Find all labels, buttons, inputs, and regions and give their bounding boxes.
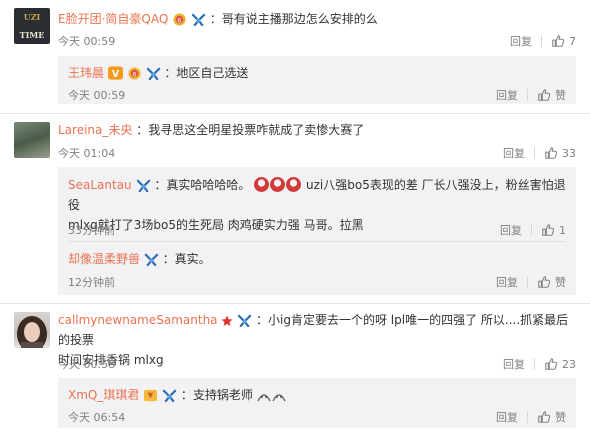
reply-actions: 回复 1: [500, 222, 566, 238]
avatar[interactable]: [14, 312, 50, 348]
comment-text: ：我寻思这全明星投票咋就成了卖惨大赛了: [136, 123, 365, 137]
divider: [534, 147, 535, 159]
vip-icon: [108, 66, 123, 80]
emoji-face-icon: [286, 177, 302, 192]
comment-time: 今天 00:58: [58, 358, 116, 371]
reply-box: SeaLantau ：真实哈哈哈哈。 uzi八强bo5表现的差 厂长八强没上，粉…: [58, 167, 576, 295]
reply-text: ：支持锅老师: [180, 388, 253, 402]
thumbs-up-icon: [551, 34, 565, 48]
reply-time: 今天 00:59: [68, 89, 126, 102]
comment: callmynewnameSamantha ：小ig肯定要去一个的呀 lpl唯一…: [58, 310, 578, 370]
crossed-swords-badge-icon: [144, 253, 159, 266]
reply-time: 12分钟前: [68, 276, 115, 289]
comment-username[interactable]: Lareina_未央: [58, 123, 132, 137]
crossed-swords-badge-icon: [237, 314, 252, 327]
comment-divider: [0, 303, 590, 304]
reply-divider: [68, 241, 566, 242]
reply-time: 33分钟前: [68, 224, 115, 237]
reply-button[interactable]: 回复: [510, 33, 532, 49]
reply-box: XmQ_琪琪君 ：支持锅老师 今天 06:54 回复 赞: [58, 378, 576, 428]
like-button[interactable]: 33: [544, 146, 576, 160]
like-count: 7: [569, 34, 576, 48]
reply: 王玮晨 ：地区自己选送: [68, 64, 576, 81]
thumbs-up-icon: [544, 357, 558, 371]
like-count: 23: [562, 357, 576, 371]
divider: [531, 224, 532, 236]
comment-time: 今天 00:59: [58, 35, 116, 48]
avatar-logo-text-time: TIME: [19, 30, 45, 40]
comment-actions: 回复 23: [503, 356, 576, 372]
gold-badge-icon: [143, 389, 158, 402]
reply-actions: 回复 赞: [496, 274, 566, 290]
comment-time: 今天 01:04: [58, 147, 116, 160]
crossed-swords-badge-icon: [191, 13, 206, 26]
like-label: 赞: [555, 89, 566, 102]
reply-username[interactable]: 王玮晨: [68, 66, 104, 80]
comment: Lareina_未央 ：我寻思这全明星投票咋就成了卖惨大赛了: [58, 121, 578, 139]
comment-actions: 回复 33: [503, 145, 576, 161]
reply-username[interactable]: 却像温柔野兽: [68, 252, 140, 266]
avatar-logo-text: UZI: [23, 12, 41, 22]
reply-button[interactable]: 回复: [496, 274, 518, 290]
reply-text: ：真实。: [162, 252, 211, 266]
reply-button[interactable]: 回复: [503, 145, 525, 161]
avatar[interactable]: UZI TIME: [14, 8, 50, 44]
reply-button[interactable]: 回复: [500, 222, 522, 238]
like-button[interactable]: 赞: [537, 409, 566, 425]
reply-username[interactable]: XmQ_琪琪君: [68, 388, 139, 402]
like-label: 赞: [555, 411, 566, 424]
crossed-swords-badge-icon: [146, 67, 161, 80]
emoji-icon: [257, 394, 286, 402]
divider: [541, 35, 542, 47]
like-label: 赞: [555, 276, 566, 289]
thumbs-up-icon: [537, 410, 551, 424]
comment-text: ：哥有说主播那边怎么安排的么: [209, 12, 378, 26]
star-icon: [221, 315, 233, 326]
thumbs-up-icon: [541, 223, 555, 237]
divider: [527, 411, 528, 423]
reply-button[interactable]: 回复: [503, 356, 525, 372]
comment-username[interactable]: callmynewnameSamantha: [58, 313, 218, 327]
like-button[interactable]: 1: [541, 223, 566, 237]
emoji-face-icon: [270, 177, 286, 192]
reply-text: ：真实哈哈哈哈。: [154, 178, 251, 192]
divider: [527, 89, 528, 101]
thumbs-up-icon: [537, 275, 551, 289]
thumbs-up-icon: [537, 88, 551, 102]
thumbs-up-icon: [544, 146, 558, 160]
comment-text-line2: 时间安排香锅 mlxg: [58, 353, 164, 367]
like-button[interactable]: 赞: [537, 87, 566, 103]
avatar[interactable]: [14, 122, 50, 158]
like-count: 33: [562, 146, 576, 160]
like-count: 1: [559, 223, 566, 237]
reply-actions: 回复 赞: [496, 87, 566, 103]
reply-text: ：地区自己选送: [164, 66, 249, 80]
vip-icon: [172, 13, 187, 26]
reply-box: 王玮晨 ：地区自己选送 今天 00:59 回复 赞: [58, 56, 576, 104]
emoji-face-icon: [254, 177, 270, 192]
medal-icon: [127, 67, 142, 80]
crossed-swords-badge-icon: [162, 389, 177, 402]
avatar-portrait: [17, 316, 47, 348]
like-button[interactable]: 7: [551, 34, 576, 48]
comment: E脸开团·简自豪QAQ ：哥有说主播那边怎么安排的么: [58, 10, 578, 28]
comment-username[interactable]: E脸开团·简自豪QAQ: [58, 12, 168, 26]
reply: XmQ_琪琪君 ：支持锅老师: [68, 386, 576, 403]
comment-divider: [0, 113, 590, 114]
like-button[interactable]: 23: [544, 357, 576, 371]
divider: [534, 358, 535, 370]
reply-button[interactable]: 回复: [496, 409, 518, 425]
reply-username[interactable]: SeaLantau: [68, 178, 132, 192]
comment-actions: 回复 7: [510, 33, 576, 49]
reply-button[interactable]: 回复: [496, 87, 518, 103]
reply-time: 今天 06:54: [68, 411, 126, 424]
divider: [527, 276, 528, 288]
like-button[interactable]: 赞: [537, 274, 566, 290]
crossed-swords-badge-icon: [136, 179, 151, 192]
reply-actions: 回复 赞: [496, 409, 566, 425]
reply: 却像温柔野兽 ：真实。: [68, 250, 576, 267]
